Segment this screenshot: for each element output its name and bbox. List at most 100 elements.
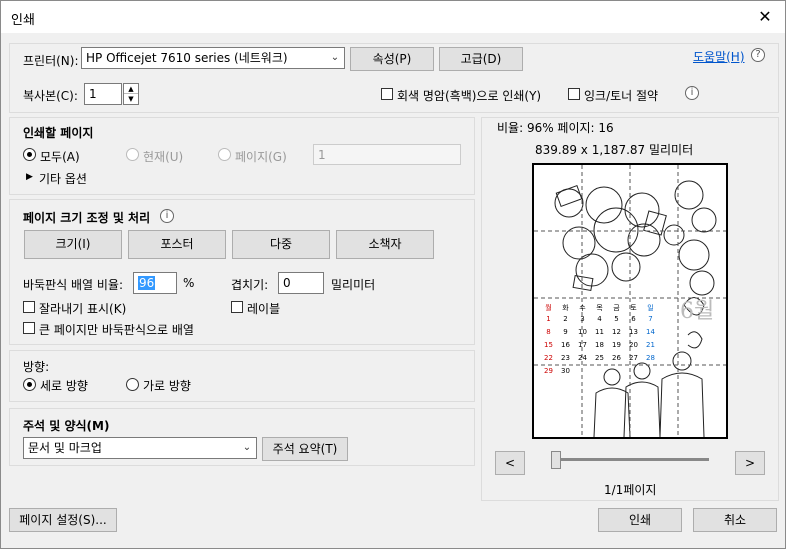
calendar-cell: 8 (546, 328, 551, 336)
printer-select-value: HP Officejet 7610 series (네트워크) (86, 51, 288, 65)
calendar-body: 1 2 3 4 5 6 7 8 9 10 11 12 13 14 15 16 17 18 19 20 21 22 23 24 2… (540, 313, 660, 378)
chevron-down-icon: ⌄ (330, 52, 340, 63)
help-icon[interactable]: ? (751, 48, 765, 62)
calendar-row: 1 2 3 4 5 6 7 (540, 313, 660, 326)
calendar-cell: 4 (597, 315, 602, 323)
page-range-label: 페이지(G) (235, 150, 287, 164)
calendar-cell: 5 (614, 315, 619, 323)
calendar-cell: 16 (561, 341, 570, 349)
calendar-cell: 3 (580, 315, 585, 323)
window-title: 인쇄 (11, 13, 35, 28)
calendar-cell: 30 (561, 367, 570, 375)
calendar-cell (642, 365, 659, 378)
calendar-cell: 29 (544, 367, 553, 375)
page-slider-thumb[interactable] (551, 451, 561, 469)
printer-label: 프린터(N): (23, 54, 79, 68)
copies-stepper[interactable]: ▲ ▼ (123, 83, 139, 105)
calendar-cell: 27 (629, 354, 638, 362)
stepper-down-icon[interactable]: ▼ (124, 94, 138, 104)
copies-input[interactable]: 1 (84, 83, 122, 105)
current-page-radio[interactable] (126, 148, 139, 161)
tab-poster[interactable]: 포스터 (128, 230, 226, 259)
prev-page-button[interactable]: < (495, 451, 525, 475)
calendar-cell (574, 365, 591, 378)
page-range-input[interactable]: 1 (313, 144, 461, 165)
tile-scale-input[interactable]: 96 (133, 272, 177, 294)
calendar-cell: 14 (646, 328, 655, 336)
save-ink-label: 잉크/토너 절약 (584, 89, 659, 103)
expand-arrow-icon[interactable]: ▶ (26, 172, 33, 182)
more-options-label[interactable]: 기타 옵션 (39, 170, 87, 187)
page-setup-button[interactable]: 페이지 설정(S)... (9, 508, 117, 532)
calendar-cell: 26 (612, 354, 621, 362)
tile-large-checkbox[interactable] (23, 322, 35, 334)
properties-button[interactable]: 속성(P) (350, 47, 434, 71)
calendar-header-cell: 월 (545, 304, 552, 312)
orientation-heading: 방향: (23, 360, 50, 374)
tab-booklet[interactable]: 소책자 (336, 230, 434, 259)
close-icon[interactable]: ✕ (753, 5, 777, 29)
cut-marks-label: 잘라내기 표시(K) (39, 302, 127, 316)
portrait-radio[interactable] (23, 378, 36, 391)
calendar-cell: 7 (648, 315, 653, 323)
labels-label: 레이블 (247, 302, 281, 316)
next-page-button[interactable]: > (735, 451, 765, 475)
calendar-row: 29 30 (540, 365, 660, 378)
copies-label: 복사본(C): (23, 89, 78, 103)
preview-dimension-text: 839.89 x 1,187.87 밀리미터 (535, 143, 694, 157)
calendar-cell: 10 (578, 328, 587, 336)
labels-checkbox[interactable] (231, 301, 243, 313)
grayscale-label: 회색 명암(흑백)으로 인쇄(Y) (397, 89, 542, 103)
calendar-header-cell: 일 (647, 304, 654, 312)
comments-select[interactable]: 문서 및 마크업 ⌄ (23, 437, 257, 459)
calendar-month: 6월 (680, 299, 715, 324)
page-slider-track[interactable] (551, 458, 709, 461)
print-dialog: 인쇄 ✕ 프린터(N): HP Officejet 7610 series (네… (0, 0, 786, 549)
pages-to-print-heading: 인쇄할 페이지 (23, 126, 94, 140)
info-icon[interactable]: i (160, 209, 174, 223)
tab-multiple[interactable]: 다중 (232, 230, 330, 259)
comments-heading: 주석 및 양식(M) (23, 419, 110, 433)
calendar-header-cell: 토 (630, 304, 637, 312)
calendar-cell: 15 (544, 341, 553, 349)
landscape-radio[interactable] (126, 378, 139, 391)
page-range-radio[interactable] (218, 148, 231, 161)
page-sizing-heading: 페이지 크기 조정 및 처리 (23, 211, 151, 225)
cancel-button[interactable]: 취소 (693, 508, 777, 532)
calendar-cell: 2 (563, 315, 568, 323)
calendar-header-cell: 목 (596, 304, 603, 312)
summarize-comments-button[interactable]: 주석 요약(T) (262, 437, 348, 461)
portrait-label: 세로 방향 (40, 379, 88, 393)
preview-scale-text: 비율: 96% 페이지: 16 (497, 121, 614, 135)
calendar-cell: 1 (546, 315, 551, 323)
help-link[interactable]: 도움말(H) (693, 48, 745, 65)
current-page-label: 현재(U) (143, 150, 184, 164)
info-icon[interactable]: i (685, 86, 699, 100)
overlap-input[interactable]: 0 (278, 272, 324, 294)
stepper-up-icon[interactable]: ▲ (124, 84, 138, 94)
title-bar: 인쇄 ✕ (1, 1, 785, 33)
tab-size[interactable]: 크기(I) (24, 230, 122, 259)
percent-symbol: % (183, 276, 195, 290)
cut-marks-checkbox[interactable] (23, 301, 35, 313)
calendar-cell: 6 (631, 315, 636, 323)
page-preview: 월 화 수 목 금 토 일 1 2 3 4 5 6 7 8 9 10 11 12 13 14 15 16 17 1… (532, 163, 728, 439)
calendar-row: 15 16 17 18 19 20 21 (540, 339, 660, 352)
comments-select-value: 문서 및 마크업 (28, 441, 102, 455)
calendar-cell: 21 (646, 341, 655, 349)
tile-scale-value: 96 (138, 276, 156, 290)
save-ink-checkbox[interactable] (568, 88, 580, 100)
grayscale-checkbox[interactable] (381, 88, 393, 100)
print-button[interactable]: 인쇄 (598, 508, 682, 532)
printer-select[interactable]: HP Officejet 7610 series (네트워크) ⌄ (81, 47, 345, 69)
calendar-cell (608, 365, 625, 378)
calendar-cell (625, 365, 642, 378)
landscape-label: 가로 방향 (143, 379, 191, 393)
calendar-cell: 24 (578, 354, 587, 362)
calendar-cell: 19 (612, 341, 621, 349)
calendar-cell: 13 (629, 328, 638, 336)
all-pages-radio[interactable] (23, 148, 36, 161)
calendar-header-cell: 수 (579, 304, 586, 312)
calendar-cell: 11 (595, 328, 604, 336)
advanced-button[interactable]: 고급(D) (439, 47, 523, 71)
